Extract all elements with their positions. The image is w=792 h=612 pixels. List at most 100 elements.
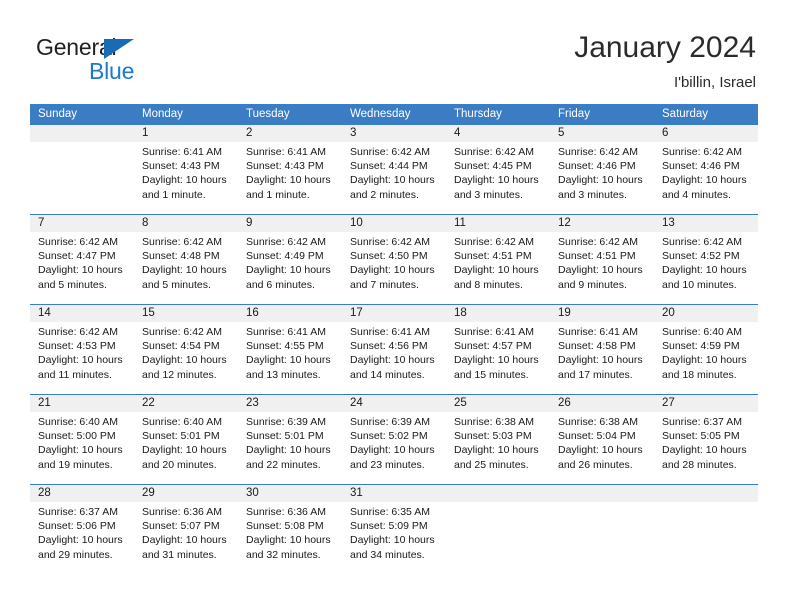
day-number[interactable]: 4 (446, 125, 550, 142)
day-cell[interactable]: Sunrise: 6:37 AM Sunset: 5:05 PM Daylight:… (654, 412, 758, 484)
day-number[interactable]: 9 (238, 215, 342, 232)
day-number[interactable]: 6 (654, 125, 758, 142)
day-number[interactable]: 21 (30, 395, 134, 412)
day-number[interactable]: 5 (550, 125, 654, 142)
sunset-text: Sunset: 5:01 PM (142, 430, 220, 443)
day-number[interactable]: 14 (30, 305, 134, 322)
sunrise-text: Sunrise: 6:40 AM (662, 326, 742, 338)
day-cell[interactable]: Sunrise: 6:41 AM Sunset: 4:43 PM Daylight:… (238, 142, 342, 214)
day-cell[interactable]: Sunrise: 6:42 AM Sunset: 4:50 PM Daylight:… (342, 232, 446, 304)
day-number[interactable]: 28 (30, 485, 134, 502)
day-cell[interactable]: Sunrise: 6:42 AM Sunset: 4:52 PM Daylight:… (654, 232, 758, 304)
day-number[interactable]: 8 (134, 215, 238, 232)
day-number[interactable]: 16 (238, 305, 342, 322)
day-number[interactable]: 12 (550, 215, 654, 232)
day-cell[interactable]: Sunrise: 6:42 AM Sunset: 4:45 PM Daylight:… (446, 142, 550, 214)
sunrise-text: Sunrise: 6:41 AM (350, 326, 430, 338)
sunrise-text: Sunrise: 6:42 AM (558, 146, 638, 158)
day-number[interactable]: 18 (446, 305, 550, 322)
weekday-header-monday: Monday (142, 108, 183, 120)
day-number[interactable]: 11 (446, 215, 550, 232)
day-cell[interactable]: Sunrise: 6:42 AM Sunset: 4:51 PM Daylight:… (446, 232, 550, 304)
weekday-header-row: Sunday Monday Tuesday Wednesday Thursday Frid… (30, 104, 758, 125)
day-number-empty (446, 485, 550, 502)
day-number[interactable]: 26 (550, 395, 654, 412)
day-cell[interactable]: Sunrise: 6:42 AM Sunset: 4:53 PM Daylight:… (30, 322, 134, 394)
day-number[interactable]: 17 (342, 305, 446, 322)
day-cell[interactable]: Sunrise: 6:41 AM Sunset: 4:56 PM Daylight:… (342, 322, 446, 394)
day-cell-empty (654, 502, 758, 574)
day-number[interactable]: 1 (134, 125, 238, 142)
day-cell[interactable]: Sunrise: 6:42 AM Sunset: 4:54 PM Daylight:… (134, 322, 238, 394)
sunrise-text: Sunrise: 6:37 AM (662, 416, 742, 428)
weekday-header-wednesday: Wednesday (350, 108, 411, 120)
week-detail-band: Sunrise: 6:37 AM Sunset: 5:06 PM Daylight:… (30, 502, 758, 574)
day-number[interactable]: 13 (654, 215, 758, 232)
day-number[interactable]: 10 (342, 215, 446, 232)
day-cell[interactable]: Sunrise: 6:38 AM Sunset: 5:04 PM Daylight:… (550, 412, 654, 484)
day-cell[interactable]: Sunrise: 6:39 AM Sunset: 5:02 PM Daylight:… (342, 412, 446, 484)
sunset-text: Sunset: 5:01 PM (246, 430, 324, 443)
day-cell[interactable]: Sunrise: 6:37 AM Sunset: 5:06 PM Daylight:… (30, 502, 134, 574)
calendar-grid: Sunday Monday Tuesday Wednesday Thursday Frid… (30, 104, 758, 574)
calendar-week-row: 21 22 23 24 25 26 27 Sunrise: 6:40 AM Sunset: 5:… (30, 394, 758, 484)
day-number[interactable]: 7 (30, 215, 134, 232)
sunrise-text: Sunrise: 6:41 AM (558, 326, 638, 338)
day-number[interactable]: 25 (446, 395, 550, 412)
day-cell[interactable]: Sunrise: 6:36 AM Sunset: 5:08 PM Daylight:… (238, 502, 342, 574)
week-detail-band: Sunrise: 6:40 AM Sunset: 5:00 PM Daylight:… (30, 412, 758, 484)
day-cell[interactable]: Sunrise: 6:39 AM Sunset: 5:01 PM Daylight:… (238, 412, 342, 484)
daylight-text: Daylight: 10 hours and 22 minutes. (246, 444, 331, 471)
sunrise-text: Sunrise: 6:36 AM (142, 506, 222, 518)
day-number[interactable]: 27 (654, 395, 758, 412)
general-blue-logo[interactable]: General Blue (36, 34, 236, 88)
page-subtitle: I'billin, Israel (673, 74, 756, 91)
day-cell[interactable]: Sunrise: 6:36 AM Sunset: 5:07 PM Daylight:… (134, 502, 238, 574)
sunrise-text: Sunrise: 6:37 AM (38, 506, 118, 518)
day-cell[interactable]: Sunrise: 6:42 AM Sunset: 4:44 PM Daylight:… (342, 142, 446, 214)
day-cell-empty (550, 502, 654, 574)
week-daynumber-band: 123456 (30, 125, 758, 142)
daylight-text: Daylight: 10 hours and 3 minutes. (454, 174, 539, 201)
sunset-text: Sunset: 4:46 PM (662, 160, 740, 173)
day-number[interactable]: 24 (342, 395, 446, 412)
sunset-text: Sunset: 4:47 PM (38, 250, 116, 263)
day-cell[interactable]: Sunrise: 6:42 AM Sunset: 4:46 PM Daylight:… (550, 142, 654, 214)
day-cell[interactable]: Sunrise: 6:38 AM Sunset: 5:03 PM Daylight:… (446, 412, 550, 484)
day-number[interactable]: 30 (238, 485, 342, 502)
week-detail-band: Sunrise: 6:42 AM Sunset: 4:53 PM Daylight:… (30, 322, 758, 394)
day-cell[interactable]: Sunrise: 6:41 AM Sunset: 4:43 PM Daylight:… (134, 142, 238, 214)
day-cell[interactable]: Sunrise: 6:42 AM Sunset: 4:49 PM Daylight:… (238, 232, 342, 304)
daylight-text: Daylight: 10 hours and 20 minutes. (142, 444, 227, 471)
logo-text-blue: Blue (89, 58, 135, 84)
day-cell[interactable]: Sunrise: 6:40 AM Sunset: 5:01 PM Daylight:… (134, 412, 238, 484)
day-number[interactable]: 3 (342, 125, 446, 142)
sunset-text: Sunset: 5:05 PM (662, 430, 740, 443)
day-cell[interactable]: Sunrise: 6:42 AM Sunset: 4:46 PM Daylight:… (654, 142, 758, 214)
day-number[interactable]: 31 (342, 485, 446, 502)
calendar-weeks: 1 2 3 4 5 6 Sunrise: 6:41 AM Sunset: 4:43 PM Day… (30, 125, 758, 574)
day-number[interactable]: 15 (134, 305, 238, 322)
weekday-header-thursday: Thursday (454, 108, 502, 120)
day-cell[interactable]: Sunrise: 6:35 AM Sunset: 5:09 PM Daylight:… (342, 502, 446, 574)
day-cell[interactable]: Sunrise: 6:40 AM Sunset: 4:59 PM Daylight:… (654, 322, 758, 394)
logo-triangle-icon (104, 39, 134, 59)
daylight-text: Daylight: 10 hours and 13 minutes. (246, 354, 331, 381)
day-number[interactable]: 2 (238, 125, 342, 142)
day-cell[interactable]: Sunrise: 6:40 AM Sunset: 5:00 PM Daylight:… (30, 412, 134, 484)
sunrise-text: Sunrise: 6:41 AM (142, 146, 222, 158)
day-number[interactable]: 22 (134, 395, 238, 412)
day-cell[interactable]: Sunrise: 6:41 AM Sunset: 4:58 PM Daylight:… (550, 322, 654, 394)
sunrise-text: Sunrise: 6:42 AM (142, 326, 222, 338)
sunset-text: Sunset: 5:08 PM (246, 520, 324, 533)
day-cell[interactable]: Sunrise: 6:42 AM Sunset: 4:47 PM Daylight:… (30, 232, 134, 304)
day-cell[interactable]: Sunrise: 6:42 AM Sunset: 4:51 PM Daylight:… (550, 232, 654, 304)
day-cell[interactable]: Sunrise: 6:42 AM Sunset: 4:48 PM Daylight:… (134, 232, 238, 304)
day-number[interactable]: 29 (134, 485, 238, 502)
day-number-empty (30, 125, 134, 142)
day-cell[interactable]: Sunrise: 6:41 AM Sunset: 4:57 PM Daylight:… (446, 322, 550, 394)
day-number[interactable]: 19 (550, 305, 654, 322)
day-number[interactable]: 23 (238, 395, 342, 412)
day-number[interactable]: 20 (654, 305, 758, 322)
day-cell[interactable]: Sunrise: 6:41 AM Sunset: 4:55 PM Daylight:… (238, 322, 342, 394)
